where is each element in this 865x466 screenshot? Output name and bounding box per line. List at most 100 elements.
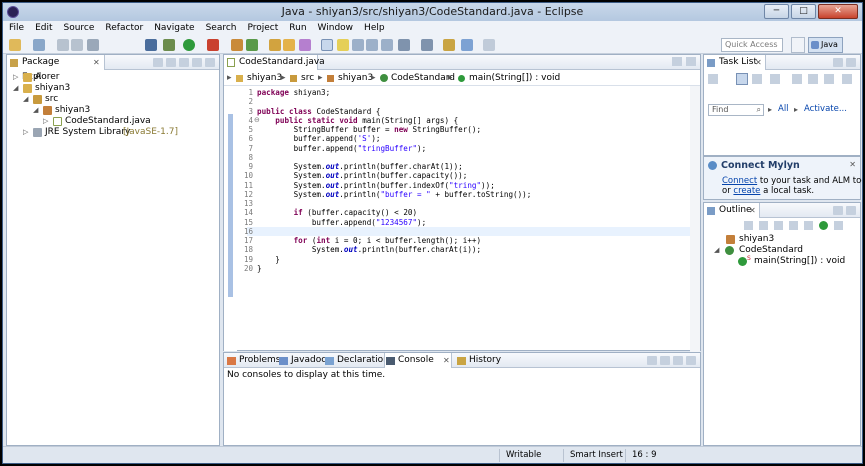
breadcrumb-item[interactable]: CodeStandard <box>391 70 455 86</box>
menu-source[interactable]: Source <box>64 21 95 36</box>
menu-navigate[interactable]: Navigate <box>154 21 194 36</box>
focus-icon[interactable] <box>792 74 802 84</box>
vertical-scrollbar[interactable] <box>690 86 700 352</box>
menu-search[interactable]: Search <box>206 21 237 36</box>
hide-fields-icon[interactable] <box>759 221 768 230</box>
fold-toggle-icon[interactable]: ⊖ <box>254 116 260 124</box>
code-line[interactable]: public class CodeStandard { <box>257 107 709 116</box>
open-perspective-button[interactable] <box>791 37 805 53</box>
code-line[interactable]: package shiyan3; <box>257 88 709 97</box>
create-link[interactable]: create <box>733 186 760 196</box>
back-icon[interactable] <box>461 39 473 51</box>
new-package-icon[interactable] <box>246 39 258 51</box>
minimize-view-icon[interactable] <box>672 57 682 66</box>
expand-arrow-icon[interactable]: ▷ <box>23 127 28 138</box>
save-all-icon[interactable] <box>57 39 69 51</box>
next-annotation-icon[interactable] <box>398 39 410 51</box>
search-icon[interactable] <box>299 39 311 51</box>
view-menu-icon[interactable] <box>834 221 843 230</box>
view-menu-icon[interactable] <box>179 58 189 67</box>
dropdown-arrow-icon[interactable]: ▸ <box>794 105 798 114</box>
new-class-icon[interactable] <box>269 39 281 51</box>
public-filter-icon[interactable] <box>819 221 828 230</box>
dropdown-arrow-icon[interactable]: ▸ <box>768 105 772 114</box>
code-line[interactable]: System.out.println(buffer.indexOf("tring… <box>257 181 709 190</box>
code-line[interactable]: System.out.println(buffer.capacity()); <box>257 171 709 180</box>
hide-non-public-icon[interactable] <box>789 221 798 230</box>
minimize-button[interactable]: ─ <box>764 4 789 19</box>
close-button[interactable]: ✕ <box>818 4 858 19</box>
close-tab-icon[interactable]: ✕ <box>93 55 100 70</box>
expand-arrow-icon[interactable]: ▷ <box>13 72 18 83</box>
hide-static-icon[interactable] <box>774 221 783 230</box>
save-icon[interactable] <box>33 39 45 51</box>
breadcrumb-item[interactable]: src <box>301 70 314 86</box>
filter-icon[interactable] <box>770 74 780 84</box>
tab-console[interactable]: Console ✕ <box>384 353 452 368</box>
code-line[interactable]: public static void main(String[] args) { <box>257 116 709 125</box>
collapse-arrow-icon[interactable]: ◢ <box>13 83 18 94</box>
maximize-button[interactable]: □ <box>791 4 816 19</box>
forward-icon[interactable] <box>483 39 495 51</box>
synchronize-icon[interactable] <box>824 74 834 84</box>
code-line[interactable]: for (int i = 0; i < buffer.length(); i++… <box>257 236 709 245</box>
tab-declaration[interactable]: Declaration <box>324 353 389 368</box>
collapse-arrow-icon[interactable]: ◢ <box>23 94 28 105</box>
bug-icon[interactable] <box>163 39 175 51</box>
collapse-all-icon[interactable] <box>153 58 163 67</box>
categorized-icon[interactable] <box>736 73 748 85</box>
menu-project[interactable]: Project <box>247 21 278 36</box>
minimize-view-icon[interactable] <box>192 58 202 67</box>
word-wrap-icon[interactable] <box>381 39 393 51</box>
collapse-arrow-icon[interactable]: ◢ <box>33 105 38 116</box>
tab-problems[interactable]: Problems <box>226 353 280 368</box>
code-line[interactable]: System.out.println(buffer.charAt(1)); <box>257 162 709 171</box>
code-line[interactable]: StringBuffer buffer = new StringBuffer()… <box>257 125 709 134</box>
open-console-icon[interactable] <box>660 356 670 365</box>
connect-link[interactable]: Connect <box>722 176 757 186</box>
link-with-editor-icon[interactable] <box>166 58 176 67</box>
previous-annotation-icon[interactable] <box>421 39 433 51</box>
code-line[interactable]: buffer.append("1234567"); <box>257 218 709 227</box>
maximize-view-icon[interactable] <box>686 356 696 365</box>
code-line[interactable]: buffer.append('S'); <box>257 134 709 143</box>
minimize-view-icon[interactable] <box>833 206 843 215</box>
maximize-view-icon[interactable] <box>205 58 215 67</box>
code-line[interactable]: buffer.append("tringBuffer"); <box>257 144 709 153</box>
block-selection-icon[interactable] <box>366 39 378 51</box>
quick-access-field[interactable]: Quick Access <box>721 38 783 52</box>
maximize-view-icon[interactable] <box>686 57 696 66</box>
close-tab-icon[interactable]: ✕ <box>755 55 762 70</box>
print-icon[interactable] <box>71 39 83 51</box>
scheduled-icon[interactable] <box>752 74 762 84</box>
open-type-icon[interactable] <box>283 39 295 51</box>
tab-package-explorer[interactable]: Package Explorer ✕ <box>7 55 105 82</box>
external-tools-icon[interactable] <box>207 39 219 51</box>
menu-window[interactable]: Window <box>318 21 354 36</box>
new-icon[interactable] <box>9 39 21 51</box>
debug-icon[interactable] <box>145 39 157 51</box>
code-line[interactable]: } <box>257 264 709 273</box>
close-tab-icon[interactable]: ✕ <box>749 203 756 218</box>
code-line[interactable]: if (buffer.capacity() < 20) <box>257 208 709 217</box>
menu-refactor[interactable]: Refactor <box>105 21 143 36</box>
new-java-project-icon[interactable] <box>231 39 243 51</box>
close-tab-icon[interactable]: ✕ <box>443 353 450 368</box>
view-menu-icon[interactable] <box>842 74 852 84</box>
minimize-view-icon[interactable] <box>833 58 843 67</box>
run-icon[interactable] <box>183 39 195 51</box>
maximize-view-icon[interactable] <box>846 206 856 215</box>
show-whitespace-icon[interactable] <box>352 39 364 51</box>
code-line[interactable]: } <box>257 255 709 264</box>
sort-icon[interactable] <box>744 221 753 230</box>
collapse-arrow-icon[interactable]: ◢ <box>714 245 719 256</box>
java-perspective-button[interactable]: Java <box>808 37 843 53</box>
tab-history[interactable]: History <box>456 353 501 368</box>
task-find-input[interactable]: Find ⌕ <box>708 104 764 116</box>
tab-javadoc[interactable]: Javadoc <box>278 353 326 368</box>
menu-file[interactable]: File <box>9 21 24 36</box>
tab-outline[interactable]: Outline ✕ <box>704 203 760 218</box>
new-task-icon[interactable] <box>708 74 718 84</box>
highlight-icon[interactable] <box>337 39 349 51</box>
tab-task-list[interactable]: Task List ✕ <box>704 55 766 70</box>
